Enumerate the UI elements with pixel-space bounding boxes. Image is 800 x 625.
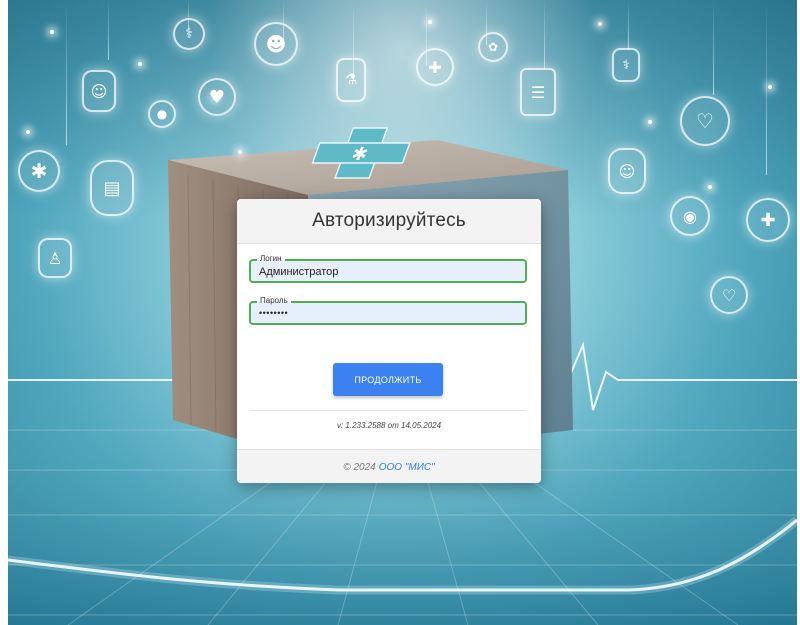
login-card: Авторизируйтесь Логин Пароль ПРОДОЛЖИТЬ …: [237, 199, 541, 483]
password-field[interactable]: Пароль: [249, 295, 527, 325]
broken-heart-icon: ♡: [680, 96, 730, 146]
card-header: Авторизируйтесь: [237, 199, 541, 244]
background-scene: ✱ ⚕ ☻ ⚗ ☰ ✚ ✿ ☺ ♥ ● ✱ ▤ ♙ ♡ ☺ ✚ ◉ ♡ ⚕ Ав…: [8, 0, 797, 625]
login-input[interactable]: [259, 264, 519, 280]
version-text: v: 1.233.2588 от 14.05.2024: [336, 421, 442, 430]
company-link[interactable]: ООО "МИС": [379, 462, 435, 473]
medical-cross-icon: ✚: [416, 48, 454, 86]
flower-icon: ✿: [478, 32, 508, 62]
stethoscope-icon: ⚕: [173, 18, 205, 50]
divider: [249, 410, 527, 411]
login-field[interactable]: Логин: [249, 253, 527, 283]
caduceus-small-icon: ⚕: [612, 48, 640, 82]
heart-icon: ♥: [198, 78, 236, 116]
patient-icon: ☺: [608, 148, 646, 194]
pill-icon: ●: [148, 100, 176, 128]
document-icon: ▤: [90, 160, 134, 216]
page-title: Авторизируйтесь: [312, 210, 466, 231]
password-input[interactable]: [259, 305, 519, 321]
doctor-icon: ☻: [254, 22, 298, 66]
person-icon: ♙: [38, 238, 72, 278]
heart-hand-icon: ♡: [710, 276, 748, 314]
eye-icon: ◉: [670, 196, 710, 236]
test-tube-icon: ⚗: [336, 58, 366, 102]
continue-button[interactable]: ПРОДОЛЖИТЬ: [333, 363, 443, 396]
caduceus-icon: ✱: [18, 150, 60, 192]
medical-badge-icon: ✚: [746, 198, 790, 242]
nurse-icon: ☺: [82, 70, 116, 112]
card-footer: © 2024 ООО "МИС": [237, 449, 541, 483]
copyright-text: © 2024: [343, 461, 376, 473]
clipboard-icon: ☰: [520, 68, 556, 116]
